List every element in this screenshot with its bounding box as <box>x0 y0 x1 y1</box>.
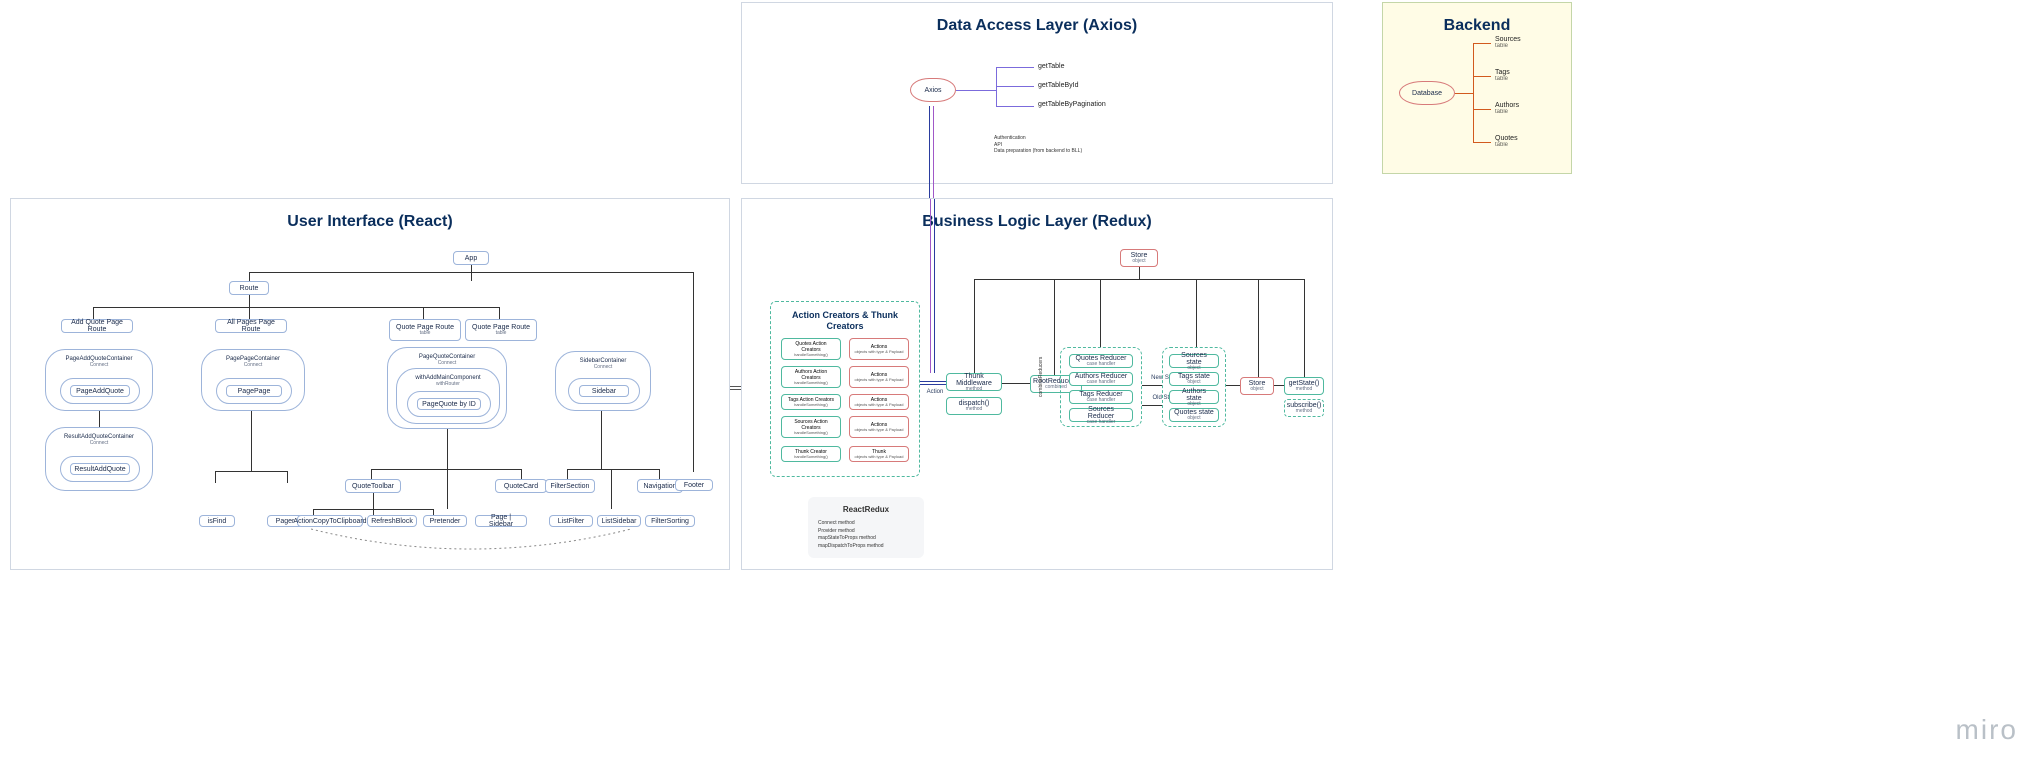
tbl-0: Sourcestable <box>1495 36 1521 49</box>
thunk-middleware: Thunk Middlewaremethod <box>946 373 1002 391</box>
leaf-footer: Footer <box>675 479 713 491</box>
subscribe: subscribe()method <box>1284 399 1324 417</box>
red-2: Tags Reducercase handler <box>1069 390 1133 404</box>
ac-r4r: Thunkobjects with type & Payload <box>849 446 909 462</box>
c-pagepage: PagePageContainer Connect PagePage <box>201 349 305 411</box>
rr-title: ReactRedux <box>818 505 914 514</box>
ac-r2r: Actionsobjects with type & Payload <box>849 394 909 410</box>
ac-r3l: Sources Action CreatorshandleSomething() <box>781 416 841 438</box>
dotted-curve <box>311 525 631 565</box>
node-route: Route <box>229 281 269 295</box>
c-addquote: PageAddQuoteContainer Connect PageAddQuo… <box>45 349 153 411</box>
c-resultadd: ResultAddQuoteContainer Connect ResultAd… <box>45 427 153 491</box>
c-resultadd-child: ResultAddQuote <box>70 463 130 475</box>
rr-1: Provider method <box>818 528 914 536</box>
db-label: Database <box>1412 90 1442 97</box>
st-3: Quotes stateobject <box>1169 408 1219 422</box>
dal-method-0: getTable <box>1038 63 1064 70</box>
tbl-2: Authorstable <box>1495 102 1519 115</box>
panel-title-dal: Data Access Layer (Axios) <box>742 3 1332 41</box>
mid-quotetoolbar: QuoteToolbar <box>345 479 401 493</box>
panel-title-backend: Backend <box>1383 3 1571 41</box>
ac-r2l: Tags Action CreatorshandleSomething() <box>781 394 841 410</box>
lbl-action: Action <box>920 389 950 395</box>
leaf-filtersort: FilterSorting <box>645 515 695 527</box>
reducers-group: Quotes Reducercase handler Authors Reduc… <box>1060 347 1142 427</box>
page-addquote: Add Quote Page Route <box>61 319 133 333</box>
pagequote-child: PageQuote by ID <box>417 398 481 410</box>
mid-filtersection: FilterSection <box>545 479 595 493</box>
c-pagepage-child: PagePage <box>226 385 282 397</box>
st-0: Sources stateobject <box>1169 354 1219 368</box>
leaf-isfind: isFind <box>199 515 235 527</box>
st-2: Authors stateobject <box>1169 390 1219 404</box>
page-quote2: Quote Page Routetable <box>465 319 537 341</box>
panel-bll: Business Logic Layer (Redux) Action Crea… <box>741 198 1333 570</box>
page-quote1: Quote Page Routetable <box>389 319 461 341</box>
dal-note-2: Data preparation (from backend to BLL) <box>994 148 1082 155</box>
rr-2: mapStateToProps method <box>818 535 914 543</box>
ac-r4l: Thunk CreatorhandleSomething() <box>781 446 841 462</box>
mid-quotecard: QuoteCard <box>495 479 547 493</box>
react-redux-box: ReactRedux Connect method Provider metho… <box>808 497 924 558</box>
tbl-3: Quotestable <box>1495 135 1518 148</box>
panel-dal: Data Access Layer (Axios) Axios getTable… <box>741 2 1333 184</box>
c-pagequote-outer: PageQuoteContainer Connect withAddMainCo… <box>387 347 507 429</box>
tbl-1: Tagstable <box>1495 69 1510 82</box>
node-axios: Axios <box>910 78 956 102</box>
page-allpages: All Pages Page Route <box>215 319 287 333</box>
node-app: App <box>453 251 489 265</box>
st-1: Tags stateobject <box>1169 372 1219 386</box>
red-0: Quotes Reducercase handler <box>1069 354 1133 368</box>
ac-r3r: Actionsobjects with type & Payload <box>849 416 909 438</box>
red-3: Sources Reducercase handler <box>1069 408 1133 422</box>
rr-0: Connect method <box>818 520 914 528</box>
bll-store-bottom: Storeobject <box>1240 377 1274 395</box>
c-sidebar-child: Sidebar <box>579 385 629 397</box>
c-addquote-child: PageAddQuote <box>70 385 130 397</box>
axios-label: Axios <box>924 87 941 94</box>
dal-method-1: getTableById <box>1038 82 1078 89</box>
panel-backend: Backend Database Sourcestable Tagstable … <box>1382 2 1572 174</box>
combined-lbl: combineReducers <box>1038 357 1045 397</box>
bll-store-top: Storeobject <box>1120 249 1158 267</box>
rr-3: mapDispatchToProps method <box>818 543 914 551</box>
red-1: Authors Reducercase handler <box>1069 372 1133 386</box>
node-database: Database <box>1399 81 1455 105</box>
dal-notes: Authentication API Data preparation (fro… <box>994 135 1082 155</box>
ac-title: Action Creators & Thunk Creators <box>779 310 911 332</box>
dal-method-2: getTableByPagination <box>1038 101 1106 108</box>
ac-r0l: Quotes Action CreatorshandleSomething() <box>781 338 841 360</box>
panel-ui: User Interface (React) App Route Add Quo… <box>10 198 730 570</box>
ac-r1r: Actionsobjects with type & Payload <box>849 366 909 388</box>
action-creators-panel: Action Creators & Thunk Creators Quotes … <box>770 301 920 477</box>
brand-logo: miro <box>1956 714 2018 746</box>
panel-title-ui: User Interface (React) <box>11 199 729 237</box>
getstate: getState()method <box>1284 377 1324 395</box>
c-sidebar: SidebarContainer Connect Sidebar <box>555 351 651 411</box>
dispatch: dispatch()method <box>946 397 1002 415</box>
state-group: Sources stateobject Tags stateobject Aut… <box>1162 347 1226 427</box>
ac-r1l: Authors Action CreatorshandleSomething() <box>781 366 841 388</box>
ac-r0r: Actionsobjects with type & Payload <box>849 338 909 360</box>
panel-title-bll: Business Logic Layer (Redux) <box>742 199 1332 237</box>
